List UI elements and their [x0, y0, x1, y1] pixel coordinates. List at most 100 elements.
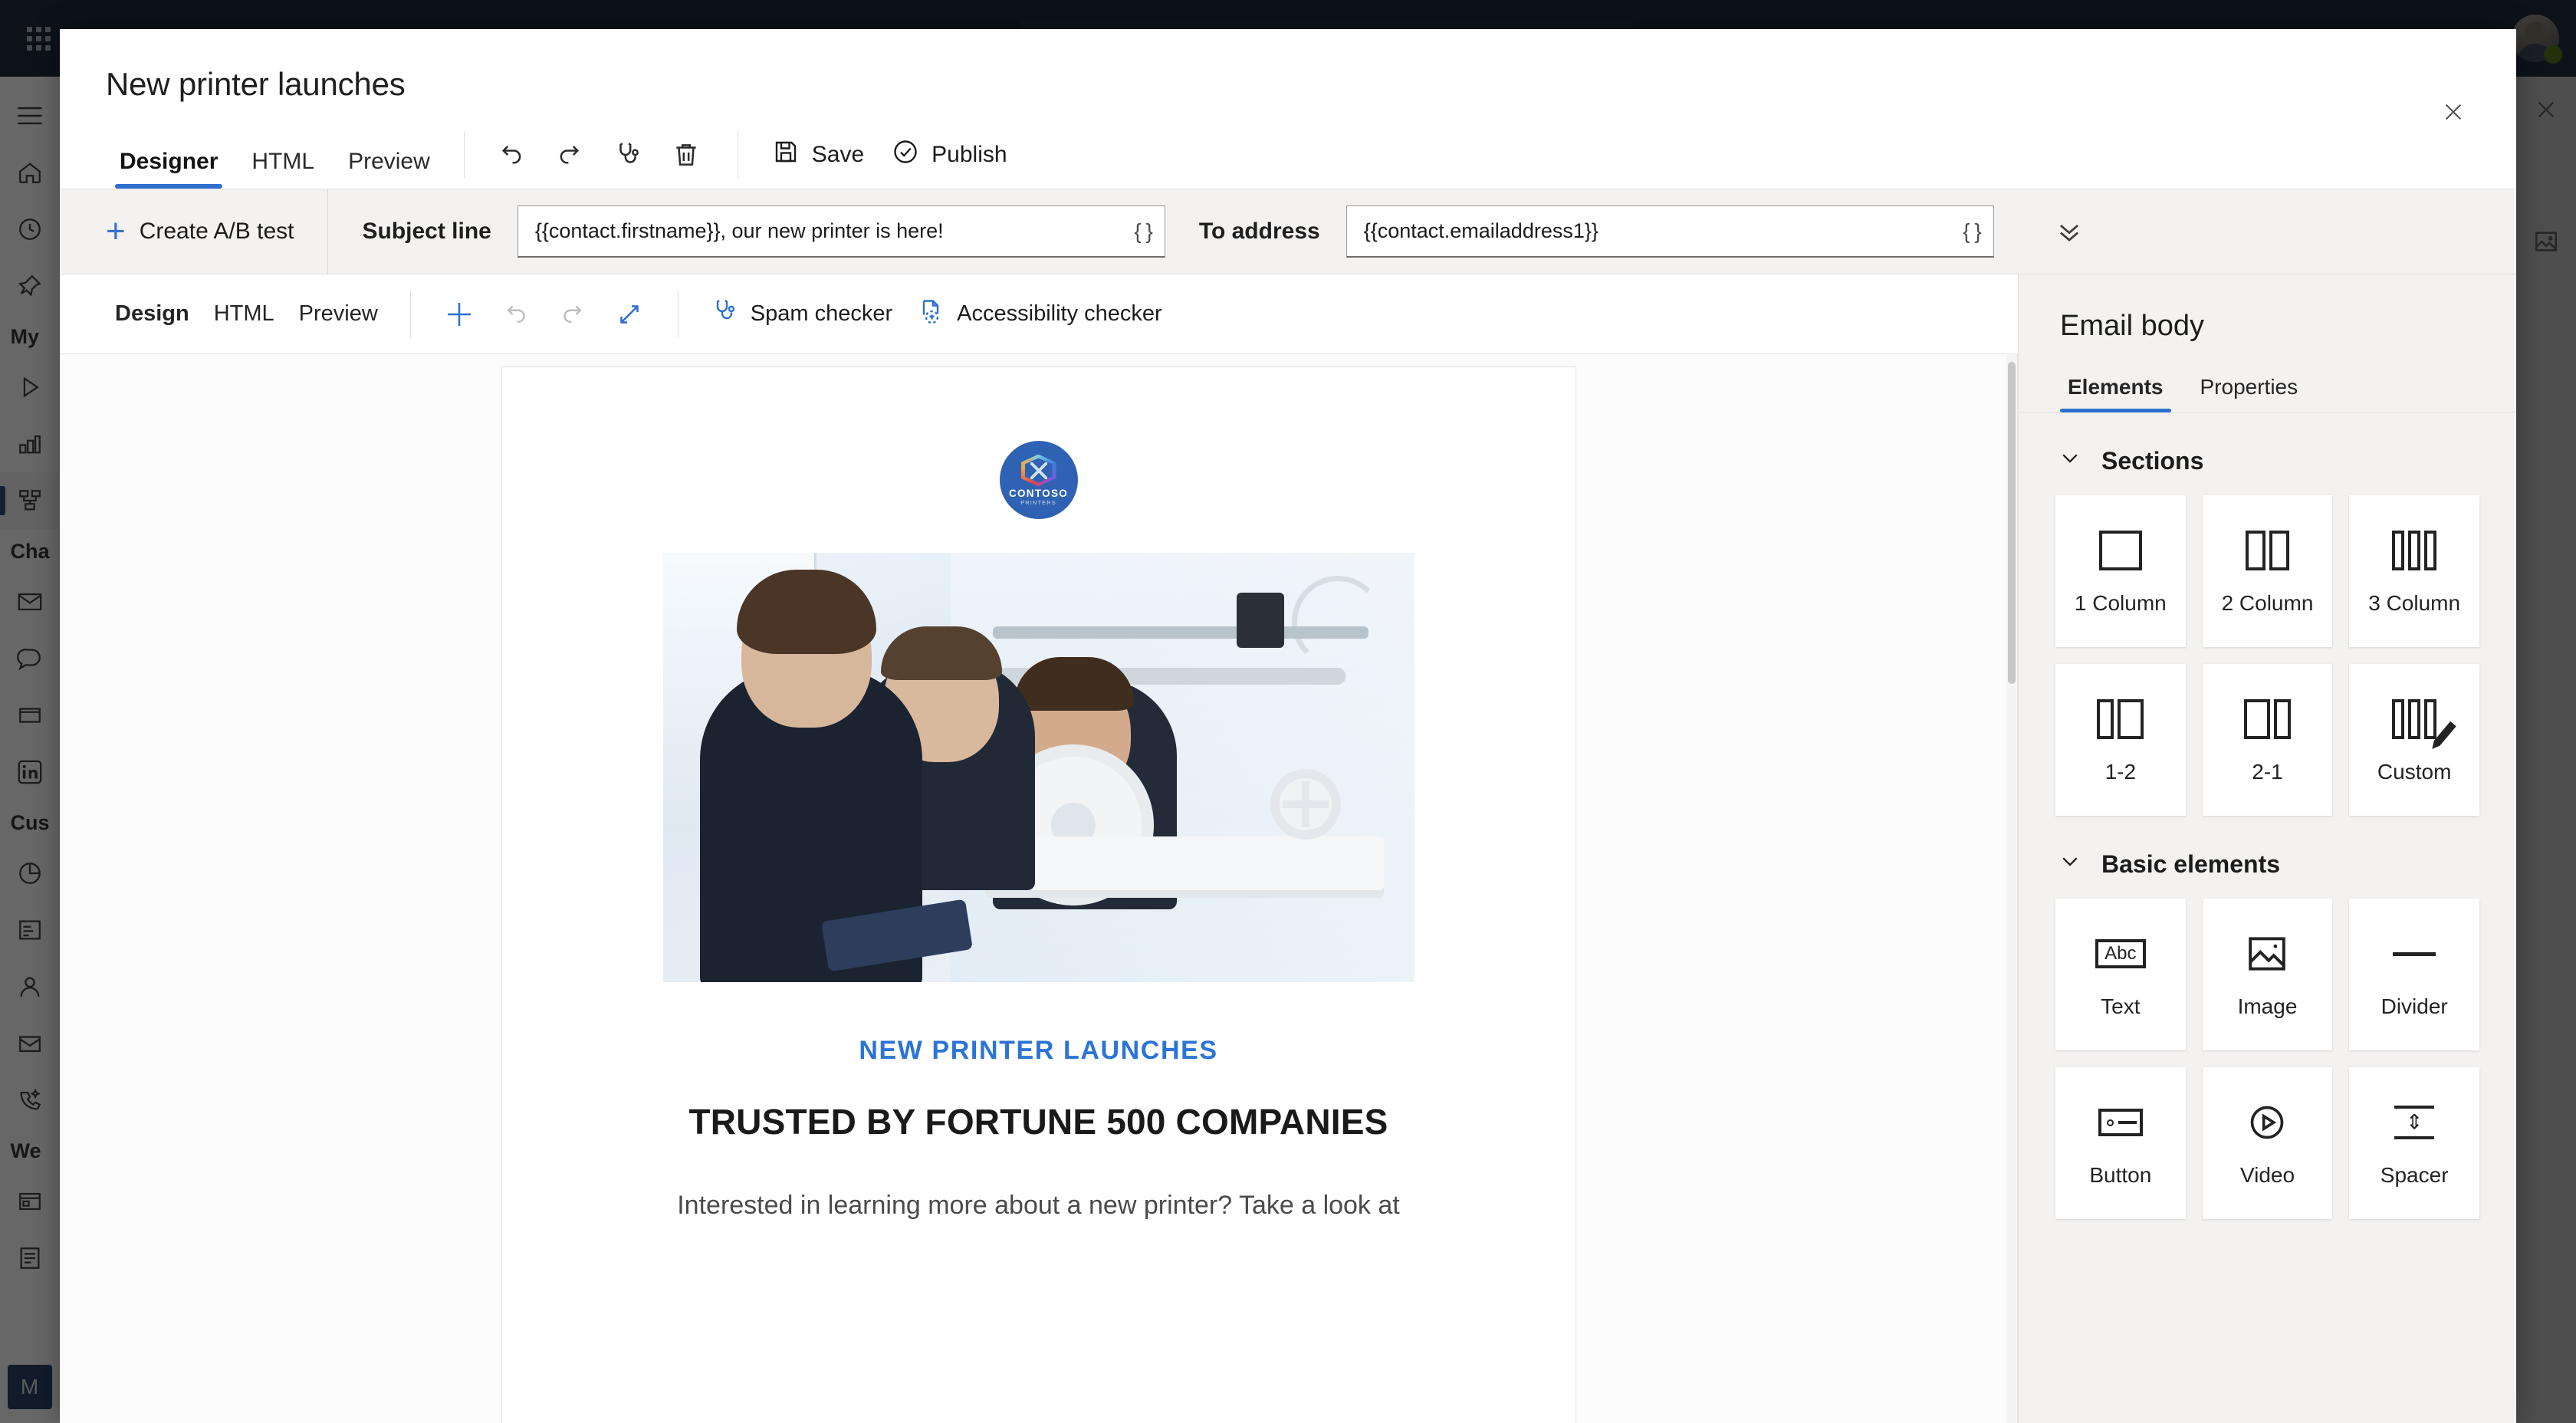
save-icon — [772, 138, 800, 172]
publish-check-icon — [892, 138, 919, 172]
section-tile-2-column[interactable]: 2 Column — [2202, 495, 2333, 647]
divider-icon — [2393, 930, 2436, 978]
three-column-icon — [2392, 527, 2437, 574]
canvas-scrollbar[interactable] — [2006, 354, 2017, 1423]
delete-icon[interactable] — [659, 128, 713, 182]
publish-label: Publish — [932, 142, 1007, 167]
create-ab-test-label: Create A/B test — [139, 219, 294, 244]
chevron-double-down-icon[interactable] — [2046, 209, 2092, 255]
tab-design[interactable]: Design — [103, 301, 202, 327]
stethoscope-check-icon[interactable] — [601, 128, 655, 182]
email-sheet[interactable]: CONTOSO PRINTERS NEW PRINTER LAUNCHES TR… — [501, 366, 1576, 1423]
save-button[interactable]: Save — [758, 128, 878, 182]
email-canvas[interactable]: CONTOSO PRINTERS NEW PRINTER LAUNCHES TR… — [60, 354, 2018, 1423]
designer-workspace: Design HTML Preview Spam checker Accessi… — [60, 274, 2516, 1423]
custom-layout-icon — [2392, 695, 2456, 747]
sections-grid: 1 Column 2 Column 3 Column 1-2 2-1 Custo… — [2055, 495, 2479, 816]
section-label-2-column: 2 Column — [2221, 591, 2314, 615]
spam-checker-label: Spam checker — [750, 301, 893, 326]
personalization-token-icon-to[interactable]: { } — [1955, 219, 1981, 244]
tab-designer[interactable]: Designer — [106, 121, 232, 189]
email-logo-row: CONTOSO PRINTERS — [567, 441, 1511, 519]
element-tile-image[interactable]: Image — [2202, 899, 2333, 1050]
logo-company-name: CONTOSO — [1008, 487, 1069, 499]
canvas-scrollbar-thumb[interactable] — [2008, 362, 2016, 684]
tab-html[interactable]: HTML — [238, 121, 328, 189]
command-bar: Designer HTML Preview Save Publish — [60, 103, 2516, 189]
panel-title: Email body — [2060, 310, 2204, 342]
element-tile-button[interactable]: Button — [2055, 1067, 2186, 1219]
personalization-token-icon[interactable]: { } — [1126, 219, 1152, 244]
undo-icon[interactable] — [485, 128, 538, 182]
designer-undo-icon[interactable] — [488, 286, 544, 343]
right-tool-strip — [2516, 77, 2576, 1423]
element-label-text: Text — [2101, 994, 2141, 1018]
section-label-2-1: 2-1 — [2252, 760, 2283, 784]
email-content: CONTOSO PRINTERS NEW PRINTER LAUNCHES TR… — [502, 367, 1576, 1226]
subject-line-field[interactable]: { } — [517, 205, 1165, 258]
email-paragraph[interactable]: Interested in learning more about a new … — [567, 1185, 1511, 1226]
tab-designer-html[interactable]: HTML — [202, 301, 287, 327]
spacer-icon — [2394, 1099, 2435, 1146]
basic-elements-group-header[interactable]: Basic elements — [2055, 816, 2479, 899]
subject-line-group: Subject line { } — [328, 205, 1165, 258]
tab-elements[interactable]: Elements — [2060, 375, 2171, 412]
button-icon — [2098, 1099, 2143, 1146]
section-label-1-2: 1-2 — [2104, 760, 2137, 784]
subject-line-label: Subject line — [362, 219, 491, 244]
image-library-icon[interactable] — [2516, 209, 2576, 274]
tab-properties[interactable]: Properties — [2193, 375, 2306, 412]
email-eyebrow-text[interactable]: NEW PRINTER LAUNCHES — [567, 1036, 1511, 1066]
section-tile-1-2[interactable]: 1-2 — [2055, 664, 2186, 816]
close-icon[interactable] — [2433, 92, 2473, 132]
create-ab-test-button[interactable]: + Create A/B test — [60, 189, 327, 274]
panel-scroll-area[interactable]: Sections 1 Column 2 Column 3 Column 1-2 … — [2019, 412, 2516, 1423]
add-element-icon[interactable] — [431, 286, 488, 343]
basic-elements-group-label: Basic elements — [2101, 850, 2281, 878]
tab-preview[interactable]: Preview — [334, 121, 444, 189]
element-tile-spacer[interactable]: Spacer — [2349, 1067, 2479, 1219]
sections-group-header[interactable]: Sections — [2055, 412, 2479, 495]
accessibility-checker-label: Accessibility checker — [957, 301, 1162, 326]
spam-checker-button[interactable]: Spam checker — [698, 286, 905, 343]
page-title: New printer launches — [106, 66, 406, 102]
subject-bar: + Create A/B test Subject line { } To ad… — [60, 189, 2516, 274]
redo-icon[interactable] — [543, 128, 596, 182]
accessibility-document-icon — [917, 297, 945, 331]
section-tile-1-column[interactable]: 1 Column — [2055, 495, 2186, 647]
accessibility-checker-button[interactable]: Accessibility checker — [905, 286, 1175, 343]
chevron-down-icon-sections — [2058, 446, 2082, 475]
sections-group-label: Sections — [2101, 446, 2204, 475]
image-icon — [2246, 930, 2288, 978]
designer-redo-icon[interactable] — [544, 286, 601, 343]
section-label-1-column: 1 Column — [2074, 591, 2167, 615]
close-panel-icon[interactable] — [2516, 77, 2576, 143]
hexagon-logo-icon — [1020, 454, 1056, 487]
section-tile-2-1[interactable]: 2-1 — [2202, 664, 2333, 816]
publish-button[interactable]: Publish — [878, 128, 1020, 182]
section-tile-3-column[interactable]: 3 Column — [2349, 495, 2479, 647]
element-tile-video[interactable]: Video — [2202, 1067, 2333, 1219]
element-label-divider: Divider — [2380, 994, 2448, 1018]
subject-input[interactable] — [534, 219, 1127, 243]
email-body-panel: Email body Elements Properties Sections … — [2018, 274, 2516, 1423]
tab-designer-preview[interactable]: Preview — [287, 301, 390, 327]
to-address-input[interactable] — [1363, 219, 1956, 243]
element-label-video: Video — [2239, 1163, 2295, 1187]
email-heading[interactable]: TRUSTED BY FORTUNE 500 COMPANIES — [567, 1101, 1511, 1142]
full-screen-icon[interactable] — [601, 286, 658, 343]
to-address-group: To address { } — [1165, 205, 2092, 258]
toolbar-divider — [463, 131, 465, 179]
text-icon: Abc — [2095, 930, 2146, 978]
panel-tabs: Elements Properties — [2019, 375, 2516, 412]
two-column-icon — [2245, 527, 2289, 574]
contoso-printers-logo[interactable]: CONTOSO PRINTERS — [999, 441, 1078, 519]
to-address-field[interactable]: { } — [1346, 205, 1994, 258]
element-tile-text[interactable]: Abc Text — [2055, 899, 2186, 1050]
element-label-button: Button — [2089, 1163, 2152, 1187]
video-icon — [2247, 1099, 2287, 1146]
element-label-image: Image — [2237, 994, 2298, 1018]
hero-image[interactable] — [662, 553, 1414, 982]
section-tile-custom[interactable]: Custom — [2349, 664, 2479, 816]
element-tile-divider[interactable]: Divider — [2349, 899, 2479, 1050]
